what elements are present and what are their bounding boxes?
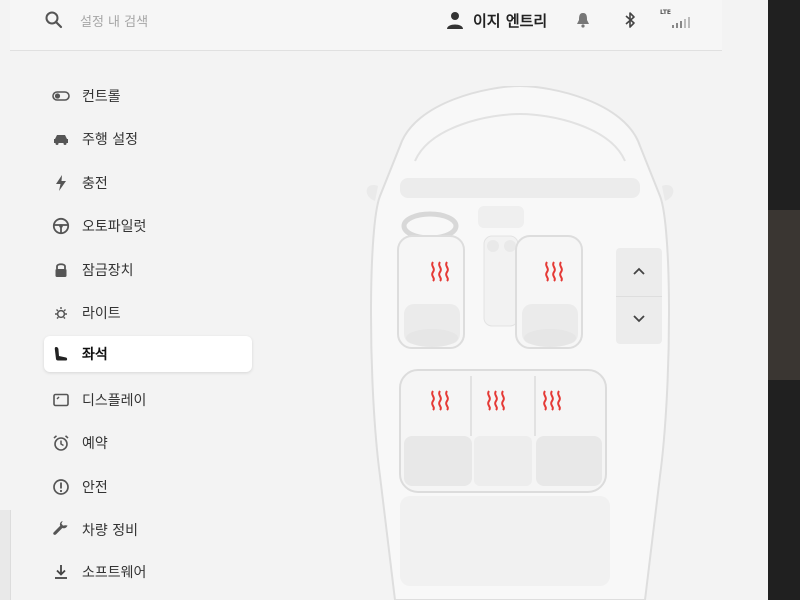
menu-item-label: 컨트롤 xyxy=(82,89,121,105)
seat-icon xyxy=(54,347,68,361)
menu-item-label: 차량 정비 xyxy=(82,523,138,539)
menu-item-locks[interactable]: 잠금장치 xyxy=(44,252,252,288)
menu-item-software[interactable]: 소프트웨어 xyxy=(44,554,252,590)
heat-icon-rear-right[interactable] xyxy=(540,389,564,411)
menu-item-label: 안전 xyxy=(82,480,108,496)
menu-item-label: 소프트웨어 xyxy=(82,565,147,581)
alarm-clock-icon xyxy=(53,435,69,451)
car-icon xyxy=(54,135,68,145)
steering-wheel-icon xyxy=(52,217,70,235)
scroll-down-button[interactable] xyxy=(616,296,662,344)
menu-item-charging[interactable]: 충전 xyxy=(44,165,252,201)
settings-screen: 설정 내 검색 이지 엔트리 LTE 컨트롤 주행 설정 충전 오토파일럿 잠금… xyxy=(0,0,768,600)
seat-scroll-control xyxy=(616,248,662,344)
menu-item-label: 오토파일럿 xyxy=(82,219,147,235)
signal-strength-icon xyxy=(672,17,690,28)
menu-item-label: 주행 설정 xyxy=(82,132,138,148)
menu-item-seats[interactable]: 좌석 xyxy=(44,336,252,372)
profile-icon[interactable] xyxy=(446,10,464,30)
menu-item-driving[interactable]: 주행 설정 xyxy=(44,121,252,157)
menu-item-label: 디스플레이 xyxy=(82,393,147,409)
menu-item-label: 잠금장치 xyxy=(82,263,134,279)
menu-item-autopilot[interactable]: 오토파일럿 xyxy=(44,208,252,244)
light-icon xyxy=(55,307,67,319)
safety-icon xyxy=(53,479,69,495)
top-bar: 설정 내 검색 이지 엔트리 LTE xyxy=(10,0,722,51)
chevron-up-icon xyxy=(633,267,645,275)
menu-item-label: 라이트 xyxy=(82,306,121,322)
search-icon[interactable] xyxy=(44,10,64,30)
bezel-gap xyxy=(768,210,800,380)
menu-item-service[interactable]: 차량 정비 xyxy=(44,512,252,548)
screen-edge-tab xyxy=(0,510,11,600)
menu-item-display[interactable]: 디스플레이 xyxy=(44,382,252,418)
front-left-seat[interactable] xyxy=(397,235,465,349)
bluetooth-icon[interactable] xyxy=(624,11,636,29)
menu-item-label: 충전 xyxy=(82,176,108,192)
menu-item-safety[interactable]: 안전 xyxy=(44,469,252,505)
download-icon xyxy=(55,565,67,579)
menu-item-label: 좌석 xyxy=(82,347,108,363)
menu-item-label: 예약 xyxy=(82,436,108,452)
chevron-down-icon xyxy=(633,315,645,323)
display-icon xyxy=(53,393,69,407)
display-bezel xyxy=(768,0,800,600)
heat-icon-rear-left[interactable] xyxy=(428,389,452,411)
network-label: LTE xyxy=(660,9,672,16)
heat-icon-front-left[interactable] xyxy=(428,260,452,282)
heat-icon-front-right[interactable] xyxy=(542,260,566,282)
bell-icon[interactable] xyxy=(576,12,590,28)
toggle-icon xyxy=(52,91,70,101)
lock-icon xyxy=(55,263,67,277)
menu-item-lights[interactable]: 라이트 xyxy=(44,295,252,331)
wrench-icon xyxy=(53,521,68,535)
profile-name[interactable]: 이지 엔트리 xyxy=(473,10,547,31)
heat-icon-rear-center[interactable] xyxy=(484,389,508,411)
menu-item-schedule[interactable]: 예약 xyxy=(44,425,252,461)
bolt-icon xyxy=(56,175,66,191)
menu-item-controls[interactable]: 컨트롤 xyxy=(44,78,252,114)
search-input[interactable]: 설정 내 검색 xyxy=(80,11,148,30)
scroll-up-button[interactable] xyxy=(616,248,662,297)
front-right-seat[interactable] xyxy=(515,235,583,349)
